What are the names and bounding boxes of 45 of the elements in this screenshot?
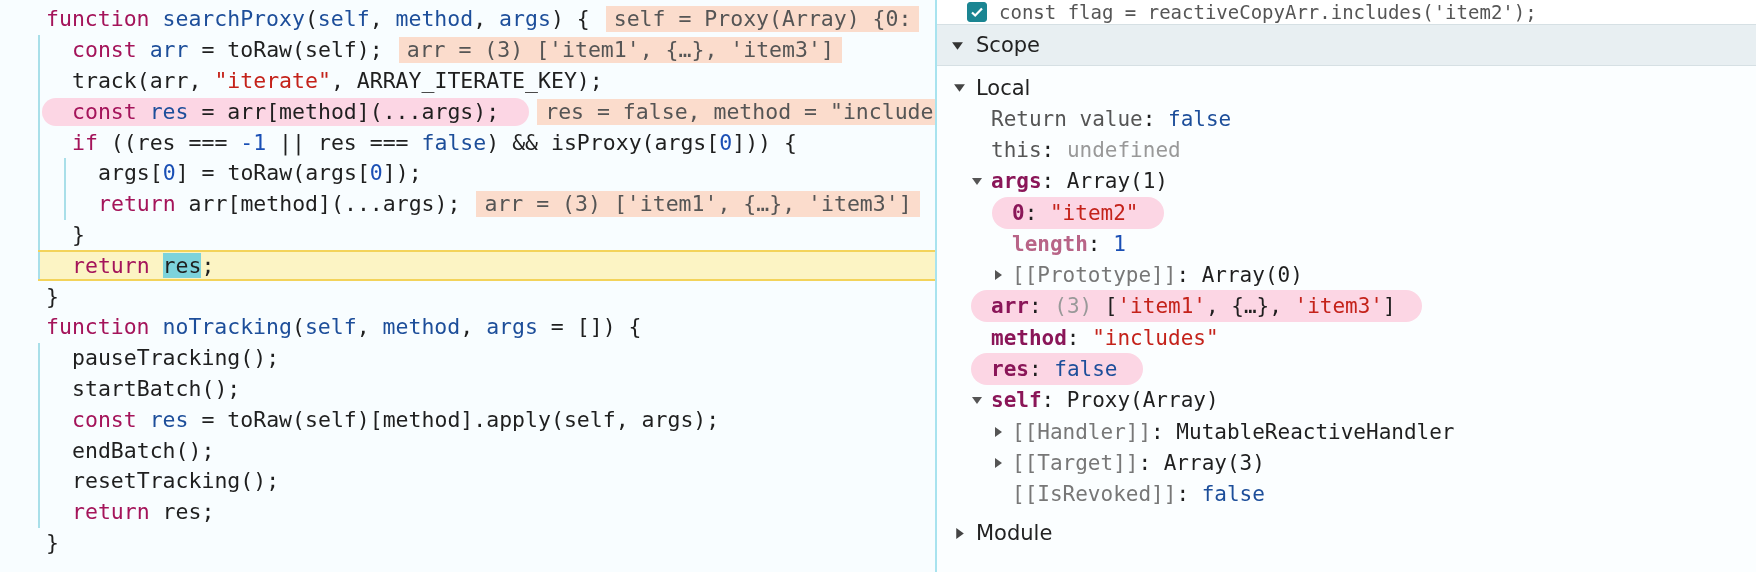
inline-value: arr = (3) ['item1', {…}, 'item3'] (476, 191, 920, 218)
breakpoint-code: const flag = reactiveCopyArr.includes('item2'); (999, 1, 1537, 23)
code-line: startBatch(); (71, 374, 242, 403)
triangle-down-icon[interactable] (953, 81, 966, 94)
scope-property: length: 1 (1012, 230, 1126, 258)
inline-value: arr = (3) ['item1', {…}, 'item3'] (398, 37, 842, 64)
scope-property: [[IsRevoked]]: false (1012, 481, 1265, 509)
scope-property: arr: (3) ['item1', {…}, 'item3'] (971, 290, 1422, 323)
code-line: resetTracking(); (71, 467, 281, 496)
scope-section-title[interactable]: Local (976, 75, 1031, 100)
code-line: } (71, 220, 86, 249)
code-line: const arr = toRaw(self); (71, 36, 384, 65)
triangle-right-icon[interactable] (992, 425, 1004, 438)
triangle-right-icon[interactable] (992, 269, 1004, 282)
code-line: track(arr, "iterate", ARRAY_ITERATE_KEY); (71, 67, 604, 95)
scope-title: Scope (976, 33, 1040, 57)
code-line: function noTracking(self, method, args = []) { (45, 313, 643, 342)
code-line: } (45, 282, 60, 311)
code-line: endBatch(); (71, 436, 216, 465)
code-line: return arr[method](...args); (97, 190, 462, 219)
code-line: } (45, 528, 60, 557)
code-line: function searchProxy(self, method, args) { (45, 5, 591, 34)
code-line: return res; (71, 498, 216, 527)
scope-section-title[interactable]: Module (976, 521, 1053, 546)
checkbox[interactable] (967, 2, 987, 22)
scope-property: method: "includes" (991, 324, 1219, 352)
triangle-right-icon[interactable] (953, 526, 966, 540)
triangle-right-icon[interactable] (992, 456, 1004, 469)
scope-header[interactable]: Scope (937, 24, 1756, 66)
scope-property: [[Target]]: Array(3) (1012, 449, 1265, 477)
scope-property: args: Array(1) (991, 168, 1168, 196)
code-line: pauseTracking(); (71, 344, 281, 373)
code-line: args[0] = toRaw(args[0]); (97, 159, 423, 188)
scope-property: self: Proxy(Array) (991, 387, 1219, 415)
scope-property: 0: "item2" (992, 196, 1165, 229)
code-line: const res = toRaw(self)[method].apply(self, args); (71, 405, 721, 434)
scope-property: res: false (971, 353, 1144, 386)
scope-property: [[Prototype]]: Array(0) (1012, 262, 1303, 290)
scope-property: Return value: false (991, 105, 1232, 133)
scope-property: [[Handler]]: MutableReactiveHandler (1012, 418, 1455, 446)
inline-value: self = Proxy(Array) {0: (605, 6, 920, 33)
code-line: const res = arr[method](...args); (42, 97, 530, 126)
scope-property: this: undefined (991, 136, 1181, 164)
code-line: if ((res === -1 || res === false) && isProxy(args[0])) { (71, 128, 798, 157)
code-line: return res; (71, 251, 216, 280)
